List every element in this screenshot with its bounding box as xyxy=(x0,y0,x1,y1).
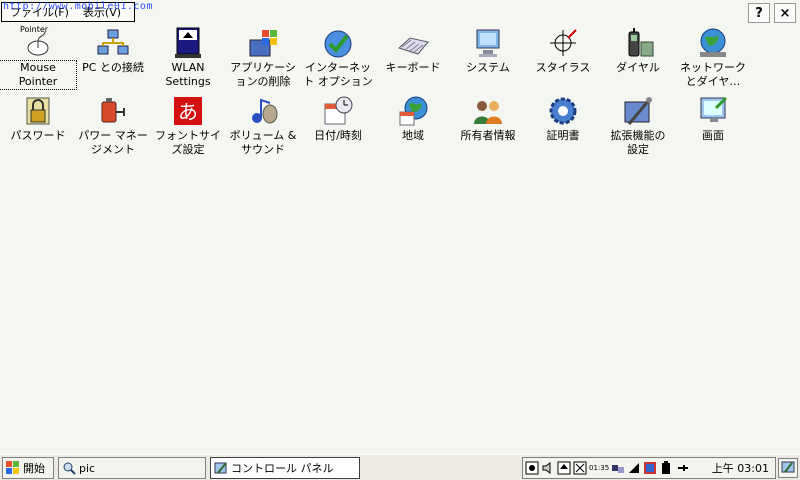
cp-item-display[interactable]: 画面 xyxy=(675,94,751,143)
display-icon xyxy=(700,96,728,122)
network-status-icon[interactable] xyxy=(611,461,625,475)
password-icon xyxy=(26,97,50,125)
cp-item-mouse-pointer[interactable]: Pointer Mouse Pointer xyxy=(0,25,77,90)
cp-item-dialing[interactable]: ダイヤル xyxy=(600,26,676,75)
cp-label: パワー マネー ジメント xyxy=(78,129,148,156)
cp-label: フォントサイ ズ設定 xyxy=(155,129,221,156)
cp-item-password[interactable]: パスワード xyxy=(0,94,76,143)
cp-label: 所有者情報 xyxy=(460,129,516,142)
cp-label: キーボード xyxy=(385,61,441,74)
system-tray: 01:35 上午 03:01 xyxy=(522,457,776,479)
close-box-icon[interactable] xyxy=(573,461,587,475)
show-desktop-button[interactable] xyxy=(778,458,798,478)
taskbar-app-control-panel[interactable]: コントロール パネル xyxy=(210,457,360,479)
taskbar-app-label: pic xyxy=(79,461,96,475)
cp-label: 拡張機能の 設定 xyxy=(610,129,666,156)
cp-item-network-dialup[interactable]: ネットワーク とダイヤ… xyxy=(675,26,751,89)
svg-text:あ: あ xyxy=(178,100,198,124)
cp-item-extensions[interactable]: 拡張機能の 設定 xyxy=(600,94,676,157)
cp-label: 画面 xyxy=(702,129,724,142)
help-icon: ? xyxy=(755,5,763,21)
wlan-settings-icon xyxy=(175,27,201,58)
system-icon xyxy=(476,29,500,57)
menu-bar: ファイル(F) 表示(V) http://www.mobile01.com ? … xyxy=(0,0,800,26)
cp-item-owner-info[interactable]: 所有者情報 xyxy=(450,94,526,143)
cp-label: パスワード xyxy=(10,129,66,142)
pointer-caption: Pointer xyxy=(20,25,49,34)
cp-item-keyboard[interactable]: キーボード xyxy=(375,26,451,75)
stylus-icon xyxy=(550,29,577,56)
cp-item-font-size[interactable]: あ フォントサイ ズ設定 xyxy=(150,94,226,157)
signal-icon[interactable] xyxy=(627,461,641,475)
cp-label: Mouse Pointer xyxy=(0,60,77,90)
internet-options-icon xyxy=(324,30,352,58)
cp-label: システム xyxy=(466,61,510,74)
volume-icon[interactable] xyxy=(541,461,555,475)
taskbar: 開始 pic コントロール パネル 01:35 上午 03:01 xyxy=(0,454,800,480)
plug-icon[interactable] xyxy=(675,461,689,475)
cp-item-remove-programs[interactable]: アプリケーシ ョンの削除 xyxy=(225,26,301,89)
regional-icon xyxy=(399,96,428,126)
cp-label: WLAN Settings xyxy=(165,61,211,88)
taskbar-app-pic[interactable]: pic xyxy=(58,457,206,479)
cp-label: ネットワーク とダイヤ… xyxy=(680,61,746,88)
control-panel-content: Pointer Mouse Pointer PC との接続 WLAN Setti… xyxy=(0,25,800,454)
cp-item-date-time[interactable]: 日付/時刻 xyxy=(300,94,376,143)
extensions-icon xyxy=(624,97,652,125)
desktop-icon xyxy=(781,461,795,473)
tray-settings-icon[interactable] xyxy=(525,461,539,475)
start-button[interactable]: 開始 xyxy=(2,457,54,479)
cp-label: アプリケーシ ョンの削除 xyxy=(230,61,296,88)
certificates-icon xyxy=(549,97,577,125)
taskbar-active-label: コントロール パネル xyxy=(231,462,334,475)
cp-label: スタイラス xyxy=(535,61,591,74)
cp-label: ダイヤル xyxy=(616,61,660,74)
pc-connection-icon xyxy=(97,29,129,55)
volume-sound-icon xyxy=(252,98,278,124)
watermark-text: http://www.mobile01.com xyxy=(3,1,153,12)
dialing-icon xyxy=(628,28,654,57)
date-time-icon xyxy=(324,96,353,125)
cp-label: インターネッ ト オプション xyxy=(303,61,373,88)
cp-label: ボリューム & サウンド xyxy=(229,129,297,156)
cp-label: PC との接続 xyxy=(82,61,144,74)
cp-label: 地域 xyxy=(402,129,424,142)
cp-label: 日付/時刻 xyxy=(314,129,362,142)
battery-icon[interactable] xyxy=(659,461,673,475)
cp-item-regional[interactable]: 地域 xyxy=(375,94,451,143)
cp-item-internet-options[interactable]: インターネッ ト オプション xyxy=(300,26,376,89)
network-dialup-icon xyxy=(700,28,726,57)
remove-programs-icon xyxy=(249,30,277,57)
clock[interactable]: 上午 03:01 xyxy=(712,460,773,476)
windows-flag-icon xyxy=(6,461,19,474)
help-button[interactable]: ? xyxy=(748,3,770,23)
cp-item-system[interactable]: システム xyxy=(450,26,526,75)
cp-item-wlan-settings[interactable]: WLAN Settings xyxy=(150,26,226,89)
cp-item-stylus[interactable]: スタイラス xyxy=(525,26,601,75)
cp-item-power-management[interactable]: パワー マネー ジメント xyxy=(75,94,151,157)
close-button[interactable]: × xyxy=(774,3,796,23)
cp-label: 証明書 xyxy=(546,129,580,142)
input-method-icon[interactable] xyxy=(643,461,657,475)
cp-item-volume-sound[interactable]: ボリューム & サウンド xyxy=(225,94,301,157)
magnifier-icon xyxy=(63,462,76,475)
start-label: 開始 xyxy=(23,462,45,475)
owner-info-icon xyxy=(474,101,502,124)
power-management-icon xyxy=(101,98,125,123)
tray-time: 01:35 xyxy=(589,464,610,472)
control-panel-icon xyxy=(214,462,227,474)
arrow-up-icon[interactable] xyxy=(557,461,571,475)
close-icon: × xyxy=(779,5,791,21)
keyboard-icon xyxy=(398,37,429,55)
font-size-icon: あ xyxy=(174,97,202,125)
cp-item-pc-connection[interactable]: PC との接続 xyxy=(75,26,151,75)
cp-item-certificates[interactable]: 証明書 xyxy=(525,94,601,143)
